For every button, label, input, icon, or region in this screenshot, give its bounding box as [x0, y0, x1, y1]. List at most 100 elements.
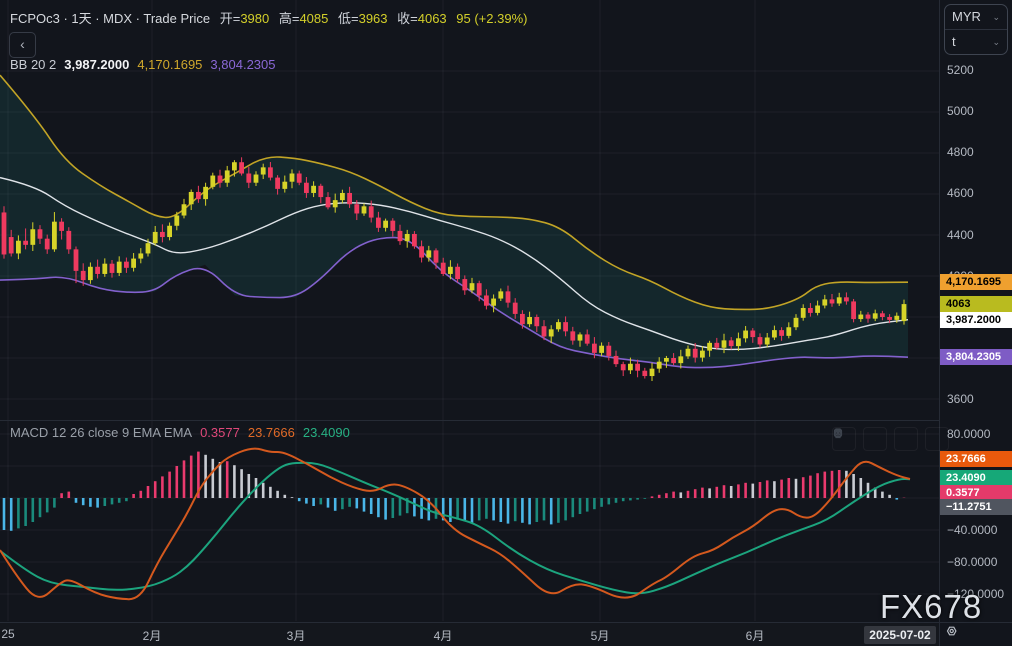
delete-pane-button[interactable]	[863, 427, 887, 451]
chevron-down-icon: ⌄	[992, 5, 1000, 29]
candle-body	[167, 226, 172, 237]
candle-body	[434, 250, 439, 262]
candle-body	[750, 331, 755, 338]
candle-body	[851, 301, 856, 319]
macd-pane-toolbar	[832, 427, 949, 451]
candle-body	[146, 243, 151, 253]
candle-body	[902, 304, 907, 321]
back-button[interactable]: ‹	[9, 32, 36, 58]
candle-body	[102, 264, 107, 274]
symbol-header[interactable]: FCPOc3 · 1天 · MDX · Trade Price 开=3980 高…	[10, 8, 527, 27]
close-label: 收=	[397, 11, 418, 26]
candle-body	[563, 322, 568, 331]
candle-body	[304, 183, 309, 193]
currency-value: MYR	[952, 5, 981, 29]
trading-chart-window: FCPOc3 · 1天 · MDX · Trade Price 开=3980 高…	[0, 0, 1012, 646]
axis-tick-label: 4400	[947, 228, 974, 242]
time-tick-label: 2月	[143, 627, 162, 644]
bb-indicator-row[interactable]: BB 20 23,987.20004,170.16953,804.2305	[10, 57, 276, 72]
currency-dropdown[interactable]: MYR ⌄	[945, 5, 1007, 29]
candle-body	[830, 299, 835, 303]
candle-body	[261, 167, 266, 174]
candle-body	[124, 262, 129, 268]
bb-upper-value: 4,170.1695	[137, 57, 202, 72]
candle-body	[844, 297, 849, 301]
candle-body	[9, 237, 14, 253]
axis-tick-label: 3600	[947, 392, 974, 406]
candle-body	[786, 327, 791, 336]
candle-body	[412, 234, 417, 246]
candle-body	[419, 246, 424, 257]
candle-body	[606, 346, 611, 356]
candle-body	[642, 371, 647, 376]
candle-body	[570, 331, 575, 340]
candle-body	[498, 291, 503, 298]
candle-body	[801, 308, 806, 318]
maximize-icon	[832, 427, 844, 439]
candle-body	[506, 291, 511, 302]
candle-body	[873, 313, 878, 318]
candle-body	[491, 299, 496, 306]
high-label: 高=	[279, 11, 300, 26]
high-value: 4085	[299, 11, 328, 26]
candle-body	[95, 267, 100, 274]
candle-body	[426, 250, 431, 257]
candle-body	[556, 322, 561, 329]
candle-body	[635, 364, 640, 371]
open-label: 开=	[220, 11, 241, 26]
low-label: 低=	[338, 11, 359, 26]
candle-body	[138, 253, 143, 258]
candle-body	[347, 193, 352, 204]
candle-body	[808, 308, 813, 313]
time-tick-label: 25	[1, 627, 14, 641]
price-axis[interactable]: 520050004800460044004200360080.0000−40.0…	[939, 0, 1012, 622]
candle-body	[462, 279, 467, 290]
candle-body	[38, 229, 43, 238]
unit-dropdown[interactable]: t ⌄	[945, 29, 1007, 54]
macd-indicator-row[interactable]: MACD 12 26 close 9 EMA EMA0.357723.76662…	[10, 425, 350, 440]
axis-tick-label: 80.0000	[947, 427, 990, 441]
candle-body	[23, 241, 28, 245]
close-pane-button[interactable]	[894, 427, 918, 451]
candle-body	[542, 326, 547, 336]
candle-body	[599, 346, 604, 353]
candle-body	[549, 329, 554, 336]
chart-canvas[interactable]	[0, 0, 939, 622]
candle-body	[390, 221, 395, 231]
candle-body	[246, 174, 251, 183]
axis-value-chip: 3,987.2000	[940, 312, 1012, 328]
candle-body	[700, 351, 705, 358]
candle-body	[290, 174, 295, 182]
candle-body	[131, 259, 136, 268]
candle-body	[362, 206, 367, 213]
candle-body	[585, 334, 590, 343]
candle-body	[894, 316, 899, 320]
candle-body	[333, 200, 338, 207]
axis-tick-label: −80.0000	[947, 555, 997, 569]
candle-body	[81, 271, 86, 280]
candle-body	[16, 241, 21, 254]
candle-body	[513, 303, 518, 314]
time-tick-label: 5月	[591, 627, 610, 644]
maximize-pane-button[interactable]	[925, 427, 949, 451]
macd-hist-value: 0.3577	[200, 425, 240, 440]
macd-label: MACD 12 26 close 9 EMA EMA	[10, 425, 192, 440]
candle-body	[30, 229, 35, 245]
macd-line-value: 23.7666	[248, 425, 295, 440]
candle-body	[117, 262, 122, 273]
candle-body	[520, 314, 525, 324]
candle-body	[534, 317, 539, 326]
back-chevron-icon: ‹	[20, 36, 25, 52]
low-value: 3963	[359, 11, 388, 26]
time-tick-label: 4月	[434, 627, 453, 644]
candle-body	[455, 267, 460, 279]
candle-body	[794, 318, 799, 327]
candle-body	[815, 306, 820, 313]
candle-body	[383, 221, 388, 228]
time-axis[interactable]: 2025-07-02 252月3月4月5月6月	[0, 622, 939, 646]
candle-body	[470, 283, 475, 290]
change-value: 95 (+2.39%)	[456, 11, 527, 26]
candle-body	[671, 358, 676, 363]
currency-selector: MYR ⌄ t ⌄	[944, 4, 1008, 55]
candle-body	[822, 299, 827, 305]
